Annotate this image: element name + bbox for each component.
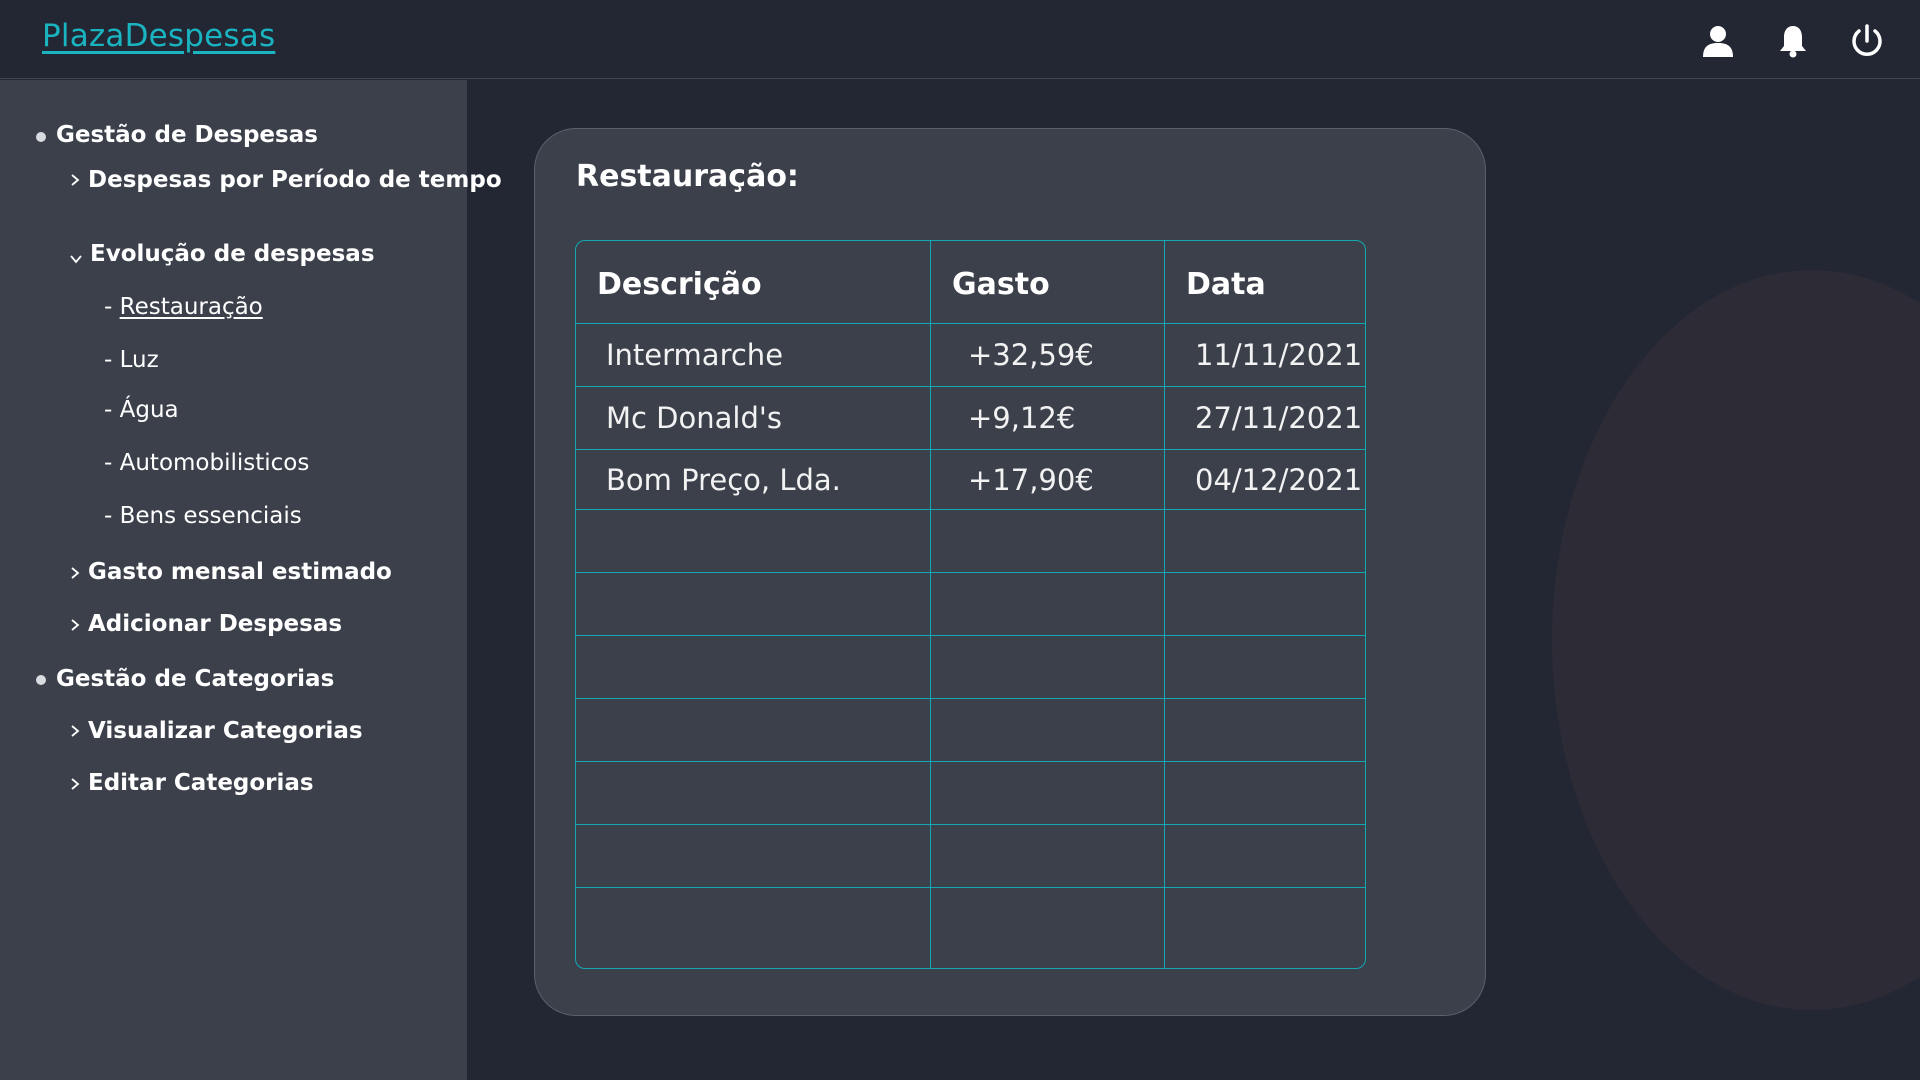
sidebar-item-adicionar-despesas[interactable]: Adicionar Despesas xyxy=(88,611,342,637)
sidebar-subitem-label: Luz xyxy=(119,347,159,373)
empty-table-row xyxy=(576,573,1365,636)
sidebar-item-editar-categorias[interactable]: Editar Categorias xyxy=(88,770,314,796)
chevron-right-icon xyxy=(71,778,80,790)
bell-icon[interactable] xyxy=(1774,22,1812,60)
empty-cell xyxy=(1165,888,1365,968)
empty-cell xyxy=(576,888,931,968)
sidebar-item-gasto-mensal[interactable]: Gasto mensal estimado xyxy=(88,559,392,585)
sidebar-subitem-label: Restauração xyxy=(119,294,263,320)
empty-cell xyxy=(931,573,1165,636)
sidebar-subitem-agua[interactable]: - Água xyxy=(104,397,179,423)
main-content: Restauração: Descrição Gasto Data Interm… xyxy=(467,80,1920,1080)
empty-cell xyxy=(576,510,931,573)
empty-table-row xyxy=(576,699,1365,762)
empty-cell xyxy=(931,510,1165,573)
empty-table-row xyxy=(576,888,1365,968)
empty-cell xyxy=(1165,573,1365,636)
table-row[interactable]: Mc Donald's +9,12€ 27/11/2021 xyxy=(576,387,1365,450)
empty-cell xyxy=(576,699,931,762)
cell-gasto: +17,90€ xyxy=(931,450,1165,510)
column-header-gasto: Gasto xyxy=(931,241,1165,324)
empty-cell xyxy=(931,888,1165,968)
cell-descricao: Bom Preço, Lda. xyxy=(576,450,931,510)
empty-table-row xyxy=(576,636,1365,699)
cell-gasto: +9,12€ xyxy=(931,387,1165,450)
sidebar-subitem-label: Automobilisticos xyxy=(119,450,310,476)
sidebar-item-evolucao-despesas[interactable]: Evolução de despesas xyxy=(90,241,375,267)
leaf-prefix: - xyxy=(104,347,120,373)
sidebar-section-gestao-despesas[interactable]: Gestão de Despesas xyxy=(56,122,318,148)
empty-cell xyxy=(1165,762,1365,825)
empty-cell xyxy=(1165,510,1365,573)
empty-cell xyxy=(576,825,931,888)
table-row[interactable]: Intermarche +32,59€ 11/11/2021 xyxy=(576,324,1365,387)
empty-cell xyxy=(931,825,1165,888)
cell-descricao: Mc Donald's xyxy=(576,387,931,450)
cell-gasto: +32,59€ xyxy=(931,324,1165,387)
chevron-right-icon xyxy=(71,174,80,186)
table-row[interactable]: Bom Preço, Lda. +17,90€ 04/12/2021 xyxy=(576,450,1365,510)
leaf-prefix: - xyxy=(104,503,120,529)
card-title: Restauração: xyxy=(576,159,799,194)
chevron-right-icon xyxy=(71,567,80,579)
sidebar-subitem-restauracao[interactable]: - Restauração xyxy=(104,294,263,320)
empty-cell xyxy=(931,636,1165,699)
brand-link[interactable]: PlazaDespesas xyxy=(42,18,275,54)
empty-cell xyxy=(576,762,931,825)
column-header-descricao: Descrição xyxy=(576,241,931,324)
leaf-prefix: - xyxy=(104,450,120,476)
empty-cell xyxy=(931,699,1165,762)
sidebar-section-gestao-categorias[interactable]: Gestão de Categorias xyxy=(56,666,334,692)
column-header-data: Data xyxy=(1165,241,1365,324)
leaf-prefix: - xyxy=(104,397,120,423)
empty-cell xyxy=(1165,699,1365,762)
power-icon[interactable] xyxy=(1848,22,1886,60)
background-decoration xyxy=(1552,270,1920,1010)
section-bullet xyxy=(36,675,46,685)
empty-cell xyxy=(576,636,931,699)
empty-cell xyxy=(1165,825,1365,888)
expenses-card: Restauração: Descrição Gasto Data Interm… xyxy=(534,128,1486,1016)
sidebar-nav: Gestão de Despesas Despesas por Período … xyxy=(0,80,502,1080)
empty-table-row xyxy=(576,762,1365,825)
chevron-right-icon xyxy=(71,725,80,737)
top-bar: PlazaDespesas xyxy=(0,0,1920,79)
expenses-table: Descrição Gasto Data Intermarche +32,59€… xyxy=(575,240,1366,969)
sidebar-item-visualizar-categorias[interactable]: Visualizar Categorias xyxy=(88,718,363,744)
chevron-down-icon xyxy=(70,255,82,264)
empty-table-row xyxy=(576,510,1365,573)
sidebar-subitem-label: Água xyxy=(119,397,179,423)
sidebar-subitem-luz[interactable]: - Luz xyxy=(104,347,159,373)
cell-data: 27/11/2021 xyxy=(1165,387,1365,450)
empty-cell xyxy=(576,573,931,636)
sidebar-subitem-label: Bens essenciais xyxy=(119,503,302,529)
user-icon[interactable] xyxy=(1699,22,1737,60)
sidebar-subitem-automobilisticos[interactable]: - Automobilisticos xyxy=(104,450,309,476)
empty-cell xyxy=(1165,636,1365,699)
sidebar-item-despesas-periodo[interactable]: Despesas por Período de tempo xyxy=(88,167,502,193)
cell-data: 04/12/2021 xyxy=(1165,450,1365,510)
leaf-prefix: - xyxy=(104,294,120,320)
chevron-right-icon xyxy=(71,619,80,631)
table-header-row: Descrição Gasto Data xyxy=(576,241,1365,324)
empty-table-row xyxy=(576,825,1365,888)
sidebar-subitem-bens-essenciais[interactable]: - Bens essenciais xyxy=(104,503,302,529)
empty-cell xyxy=(931,762,1165,825)
cell-descricao: Intermarche xyxy=(576,324,931,387)
section-bullet xyxy=(36,132,46,142)
cell-data: 11/11/2021 xyxy=(1165,324,1365,387)
